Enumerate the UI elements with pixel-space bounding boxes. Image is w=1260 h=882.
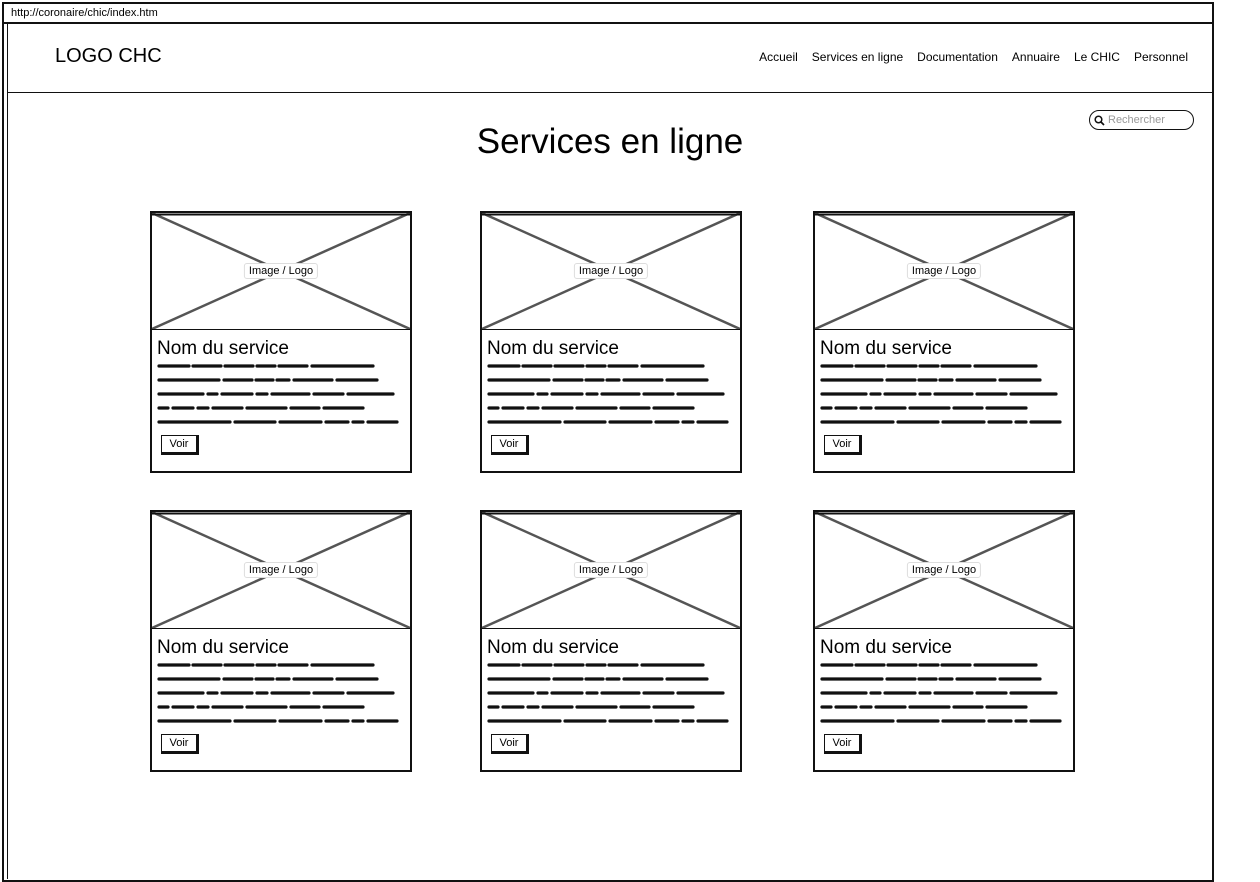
voir-button[interactable]: Voir <box>161 734 199 754</box>
image-placeholder: Image / Logo <box>482 512 740 629</box>
site-header: LOGO CHC Accueil Services en ligne Docum… <box>7 22 1214 93</box>
service-name: Nom du service <box>157 637 289 658</box>
service-card-6: Image / Logo Nom du service Voir <box>813 510 1075 772</box>
voir-button[interactable]: Voir <box>824 734 862 754</box>
service-name: Nom du service <box>820 637 952 658</box>
service-card-2: Image / Logo Nom du service Voir <box>480 211 742 473</box>
nav-item-accueil[interactable]: Accueil <box>759 50 798 64</box>
service-name: Nom du service <box>487 338 619 359</box>
placeholder-text-scribble <box>157 364 399 424</box>
voir-button[interactable]: Voir <box>491 734 529 754</box>
address-bar[interactable]: http://coronaire/chic/index.htm <box>4 4 1212 24</box>
service-card-4: Image / Logo Nom du service Voir <box>150 510 412 772</box>
site-logo[interactable]: LOGO CHC <box>55 45 162 68</box>
nav-item-le-chic[interactable]: Le CHIC <box>1074 50 1120 64</box>
image-label: Image / Logo <box>573 263 649 279</box>
placeholder-text-scribble <box>487 364 729 424</box>
image-label: Image / Logo <box>906 263 982 279</box>
service-card-1: Image / Logo Nom du service Voir <box>150 211 412 473</box>
image-label: Image / Logo <box>573 562 649 578</box>
main-nav: Accueil Services en ligne Documentation … <box>759 50 1188 64</box>
image-label: Image / Logo <box>243 562 319 578</box>
nav-item-services-en-ligne[interactable]: Services en ligne <box>812 50 903 64</box>
service-name: Nom du service <box>820 338 952 359</box>
page-title: Services en ligne <box>476 122 744 161</box>
image-placeholder: Image / Logo <box>815 213 1073 330</box>
voir-button[interactable]: Voir <box>161 435 199 455</box>
nav-item-documentation[interactable]: Documentation <box>917 50 998 64</box>
image-label: Image / Logo <box>243 263 319 279</box>
nav-item-annuaire[interactable]: Annuaire <box>1012 50 1060 64</box>
service-card-5: Image / Logo Nom du service Voir <box>480 510 742 772</box>
nav-item-personnel[interactable]: Personnel <box>1134 50 1188 64</box>
service-card-3: Image / Logo Nom du service Voir <box>813 211 1075 473</box>
image-placeholder: Image / Logo <box>482 213 740 330</box>
image-placeholder: Image / Logo <box>152 213 410 330</box>
service-name: Nom du service <box>487 637 619 658</box>
placeholder-text-scribble <box>820 663 1062 723</box>
placeholder-text-scribble <box>157 663 399 723</box>
service-name: Nom du service <box>157 338 289 359</box>
placeholder-text-scribble <box>820 364 1062 424</box>
image-label: Image / Logo <box>906 562 982 578</box>
image-placeholder: Image / Logo <box>152 512 410 629</box>
voir-button[interactable]: Voir <box>491 435 529 455</box>
placeholder-text-scribble <box>487 663 729 723</box>
image-placeholder: Image / Logo <box>815 512 1073 629</box>
voir-button[interactable]: Voir <box>824 435 862 455</box>
